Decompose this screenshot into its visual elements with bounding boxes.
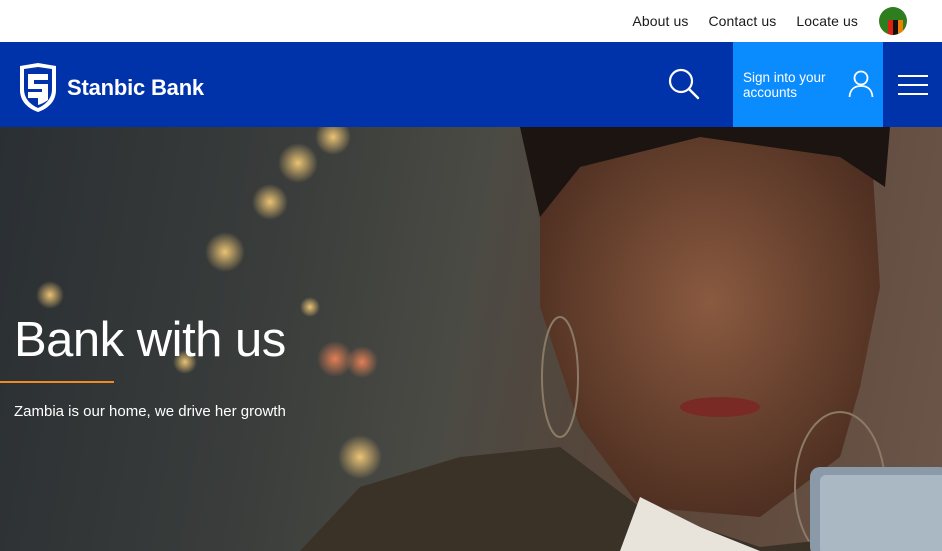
user-icon — [848, 70, 874, 98]
hero-divider — [0, 381, 114, 383]
hero-title: Bank with us — [14, 313, 286, 367]
hero-banner: Bank with us Zambia is our home, we driv… — [0, 127, 942, 551]
search-icon — [668, 68, 700, 100]
utility-bar: About us Contact us Locate us — [0, 0, 942, 42]
hero-subtitle: Zambia is our home, we drive her growth — [14, 403, 286, 420]
search-button[interactable] — [667, 67, 701, 101]
sign-in-button[interactable]: Sign into your accounts — [733, 42, 883, 127]
main-header: Stanbic Bank Sign into your accounts — [0, 42, 942, 127]
about-us-link[interactable]: About us — [632, 13, 688, 29]
sign-in-label: Sign into your accounts — [743, 69, 826, 100]
contact-us-link[interactable]: Contact us — [708, 13, 776, 29]
zambia-flag-icon[interactable] — [879, 7, 907, 35]
menu-button[interactable] — [896, 74, 930, 96]
brand-name: Stanbic Bank — [67, 74, 204, 100]
stanbic-logo[interactable]: Stanbic Bank — [17, 62, 204, 113]
shield-logo-icon — [20, 63, 56, 112]
locate-us-link[interactable]: Locate us — [796, 13, 858, 29]
hamburger-menu-icon — [898, 75, 928, 95]
